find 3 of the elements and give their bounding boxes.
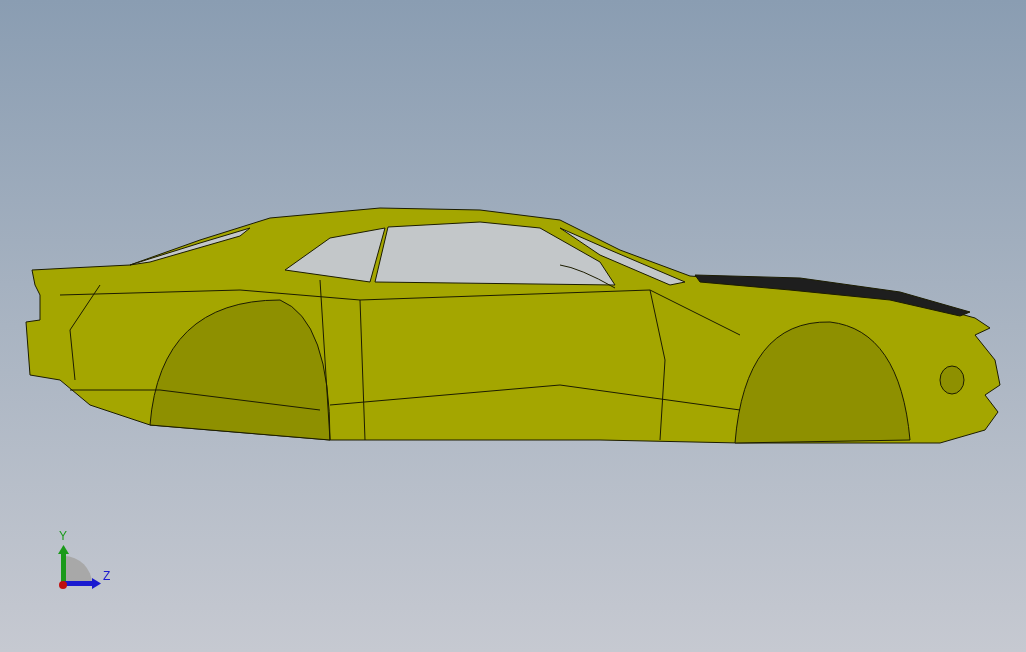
origin-dot-icon	[59, 581, 67, 589]
axis-label: Y	[59, 530, 67, 542]
axis-label: Z	[103, 570, 111, 582]
